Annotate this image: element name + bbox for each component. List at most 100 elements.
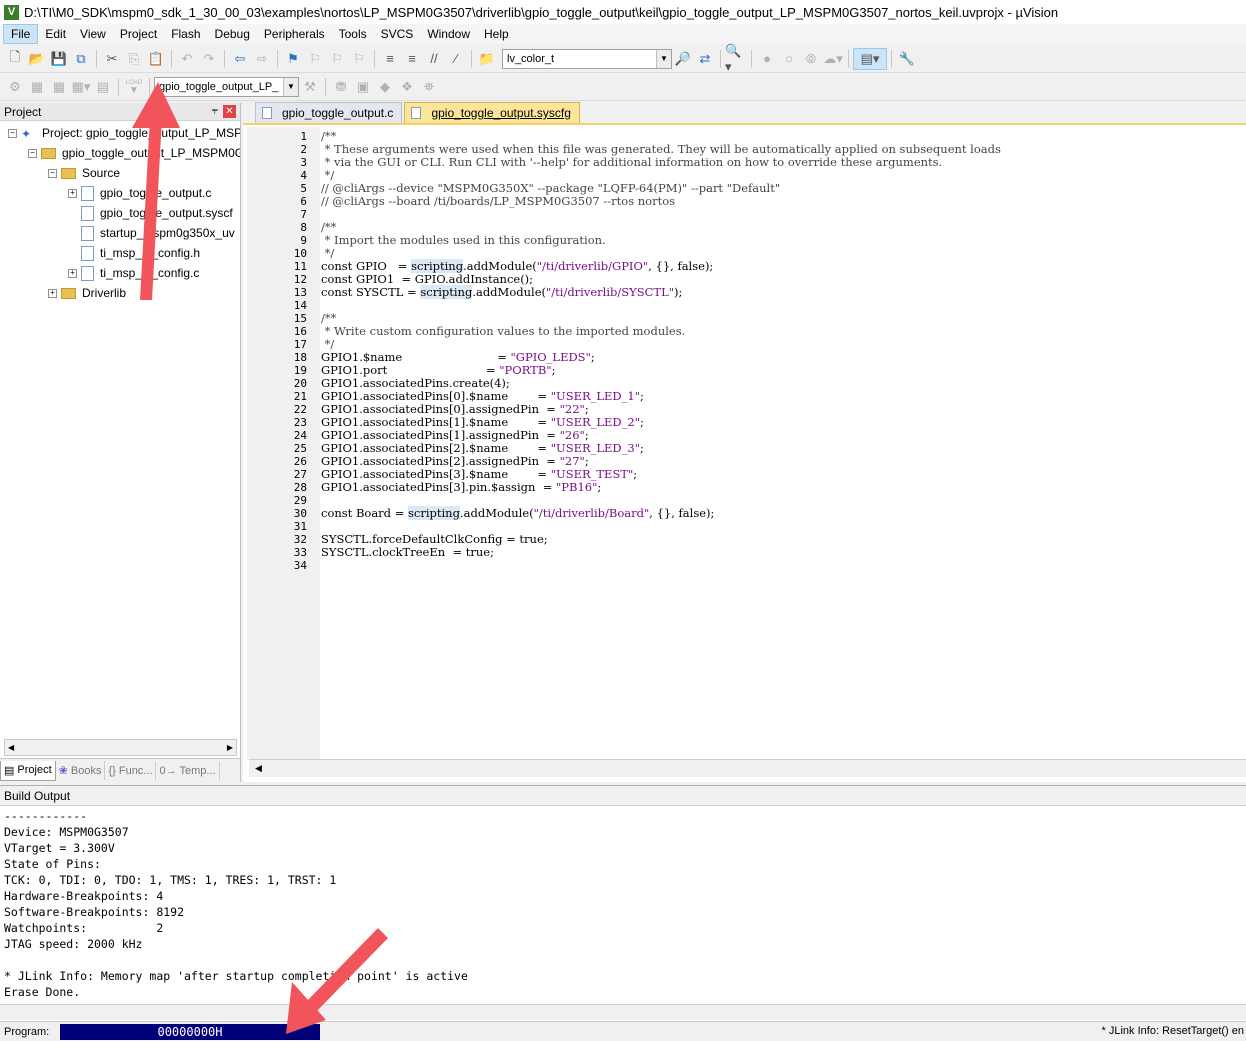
batch-build-icon[interactable]: ▦▾ — [70, 76, 92, 98]
pin-icon[interactable]: ⫧ — [212, 105, 218, 118]
editor-horizontal-scrollbar[interactable]: ◀ — [249, 759, 1246, 777]
navigate-back-icon[interactable]: ⇦ — [229, 48, 251, 70]
menu-window[interactable]: Window — [420, 25, 477, 43]
menu-edit[interactable]: Edit — [38, 25, 73, 43]
menu-help[interactable]: Help — [477, 25, 516, 43]
find-in-files-icon[interactable]: 📁 — [476, 48, 498, 70]
prev-bookmark-icon[interactable]: ⚐ — [304, 48, 326, 70]
target-combo-value: gpio_toggle_output_LP_ — [159, 80, 279, 93]
tree-label: Project: gpio_toggle_output_LP_MSP — [42, 126, 240, 140]
editor-area: gpio_toggle_output.c gpio_toggle_output.… — [243, 102, 1246, 782]
select-software-packs-icon[interactable]: ❖ — [396, 76, 418, 98]
manage-components-icon[interactable]: ⛃ — [330, 76, 352, 98]
incremental-find-icon[interactable]: 🔎 — [672, 48, 694, 70]
target-options-icon[interactable]: ⚒ — [299, 76, 321, 98]
clear-bookmarks-icon[interactable]: ⚐ — [348, 48, 370, 70]
code-line[interactable]: * Write custom configuration values to t… — [321, 325, 686, 338]
tab-functions[interactable]: {} Func... — [105, 761, 157, 780]
indent-icon[interactable]: ≡ — [379, 48, 401, 70]
load-download-icon[interactable]: LOAD ▼ — [123, 76, 145, 98]
code-line[interactable]: * via the GUI or CLI. Run CLI with '--he… — [321, 156, 943, 169]
tab-templates[interactable]: 0→ Temp... — [156, 761, 220, 780]
unindent-icon[interactable]: ≡ — [401, 48, 423, 70]
breakpoint-icon[interactable]: ● — [756, 48, 778, 70]
uncomment-icon[interactable]: ∕ — [445, 48, 467, 70]
redo-icon[interactable]: ↷ — [198, 48, 220, 70]
tree-item-project[interactable]: − ✦ Project: gpio_toggle_output_LP_MSP — [8, 123, 240, 143]
tree-item-file[interactable]: gpio_toggle_output.syscf — [81, 203, 233, 223]
chevron-down-icon[interactable]: ▼ — [656, 49, 671, 68]
menu-svcs[interactable]: SVCS — [374, 25, 421, 43]
open-file-icon[interactable]: 📂 — [26, 48, 48, 70]
run-time-env-icon[interactable]: ⛯ — [418, 76, 440, 98]
menu-view[interactable]: View — [73, 25, 113, 43]
rebuild-icon[interactable]: ▦ — [48, 76, 70, 98]
tab-books[interactable]: ❀ Books — [56, 761, 106, 780]
undo-icon[interactable]: ↶ — [176, 48, 198, 70]
expand-icon[interactable]: + — [68, 268, 77, 278]
configure-icon[interactable]: 🔧 — [896, 48, 918, 70]
close-icon[interactable]: ✕ — [223, 105, 236, 118]
tree-item-target[interactable]: − gpio_toggle_output_LP_MSPM0G — [28, 143, 240, 163]
code-line[interactable]: const Board = scripting.addModule("/ti/d… — [321, 506, 714, 520]
chevron-down-icon[interactable]: ▼ — [283, 77, 298, 96]
menu-peripherals[interactable]: Peripherals — [257, 25, 332, 43]
code-line[interactable]: GPIO1.associatedPins[3].pin.$assign = "P… — [321, 481, 601, 494]
tree-item-file[interactable]: + gpio_toggle_output.c — [68, 183, 211, 203]
menu-tools[interactable]: Tools — [332, 25, 374, 43]
scroll-left-icon[interactable]: ◀ — [8, 743, 14, 752]
menu-flash[interactable]: Flash — [164, 25, 207, 43]
tab-gpio-toggle-output-c[interactable]: gpio_toggle_output.c — [255, 102, 403, 123]
target-select-combo[interactable]: gpio_toggle_output_LP_ ▼ — [154, 76, 299, 97]
tree-item-source-group[interactable]: − Source — [48, 163, 120, 183]
tab-gpio-toggle-output-syscfg[interactable]: gpio_toggle_output.syscfg — [404, 102, 580, 123]
menu-project[interactable]: Project — [113, 25, 164, 43]
enable-breakpoint-icon[interactable]: ○ — [778, 48, 800, 70]
paste-icon[interactable]: 📋 — [145, 48, 167, 70]
tree-item-file[interactable]: + ti_msp_dl_config.c — [68, 263, 199, 283]
code-line[interactable]: const SYSCTL = scripting.addModule("/ti/… — [321, 285, 682, 299]
collapse-icon[interactable]: − — [48, 168, 57, 178]
collapse-icon[interactable]: − — [28, 148, 37, 158]
window-layout-icon[interactable]: ▤▾ — [853, 47, 887, 70]
tree-item-file[interactable]: startup_mspm0g350x_uv — [81, 223, 235, 243]
build-output-line: ------------ — [4, 809, 88, 823]
tree-label: ti_msp_dl_config.h — [100, 246, 201, 260]
file-extensions-icon[interactable]: ▣ — [352, 76, 374, 98]
menu-debug[interactable]: Debug — [208, 25, 257, 43]
tree-item-driverlib-group[interactable]: + Driverlib — [48, 283, 126, 303]
scroll-left-icon[interactable]: ◀ — [255, 763, 262, 774]
build-icon[interactable]: ▦ — [26, 76, 48, 98]
disable-breakpoints-icon[interactable]: ⦾ — [800, 48, 822, 70]
code-line[interactable]: // @cliArgs --board /ti/boards/LP_MSPM0G… — [321, 195, 675, 208]
code-line[interactable]: * Import the modules used in this config… — [321, 234, 606, 247]
save-icon[interactable]: 💾 — [48, 48, 70, 70]
expand-icon[interactable]: + — [68, 188, 77, 198]
find-replace-icon[interactable]: ⇄ — [694, 48, 716, 70]
expand-icon[interactable]: + — [48, 288, 57, 298]
build-output-scrollbar[interactable] — [0, 1004, 1246, 1020]
collapse-icon[interactable]: − — [8, 128, 17, 138]
navigate-forward-icon[interactable]: ⇨ — [251, 48, 273, 70]
next-bookmark-icon[interactable]: ⚐ — [326, 48, 348, 70]
line-number: 32 — [293, 533, 307, 546]
pack-installer-icon[interactable]: ◆ — [374, 76, 396, 98]
cut-icon[interactable]: ✂ — [101, 48, 123, 70]
new-file-icon[interactable]: 🗋 — [4, 48, 26, 70]
menu-file[interactable]: File — [3, 24, 39, 44]
debug-session-icon[interactable]: 🔍▾ — [725, 43, 747, 74]
copy-icon[interactable]: ⎘ — [123, 48, 145, 70]
tree-item-file[interactable]: ti_msp_dl_config.h — [81, 243, 200, 263]
translate-icon[interactable]: ⚙ — [4, 76, 26, 98]
kill-breakpoints-icon[interactable]: ☁▾ — [822, 48, 844, 70]
project-tree-scrollbar[interactable]: ◀ ▶ — [4, 739, 237, 756]
comment-icon[interactable]: // — [423, 48, 445, 70]
code-editor[interactable]: 1 2 3 4 5 6 7 8 9 10 11 12 13 14 15 16 17 18 19 20 21 22 23 24 2… — [243, 127, 1246, 761]
stop-build-icon[interactable]: ▤ — [92, 76, 114, 98]
scroll-right-icon[interactable]: ▶ — [227, 743, 233, 752]
code-line[interactable]: SYSCTL.clockTreeEn = true; — [321, 546, 494, 559]
find-combo[interactable]: lv_color_t ▼ — [502, 48, 672, 69]
save-all-icon[interactable]: ⧉ — [70, 48, 92, 70]
tab-project[interactable]: ▤ Project — [0, 760, 56, 781]
bookmark-icon[interactable]: ⚑ — [282, 48, 304, 70]
